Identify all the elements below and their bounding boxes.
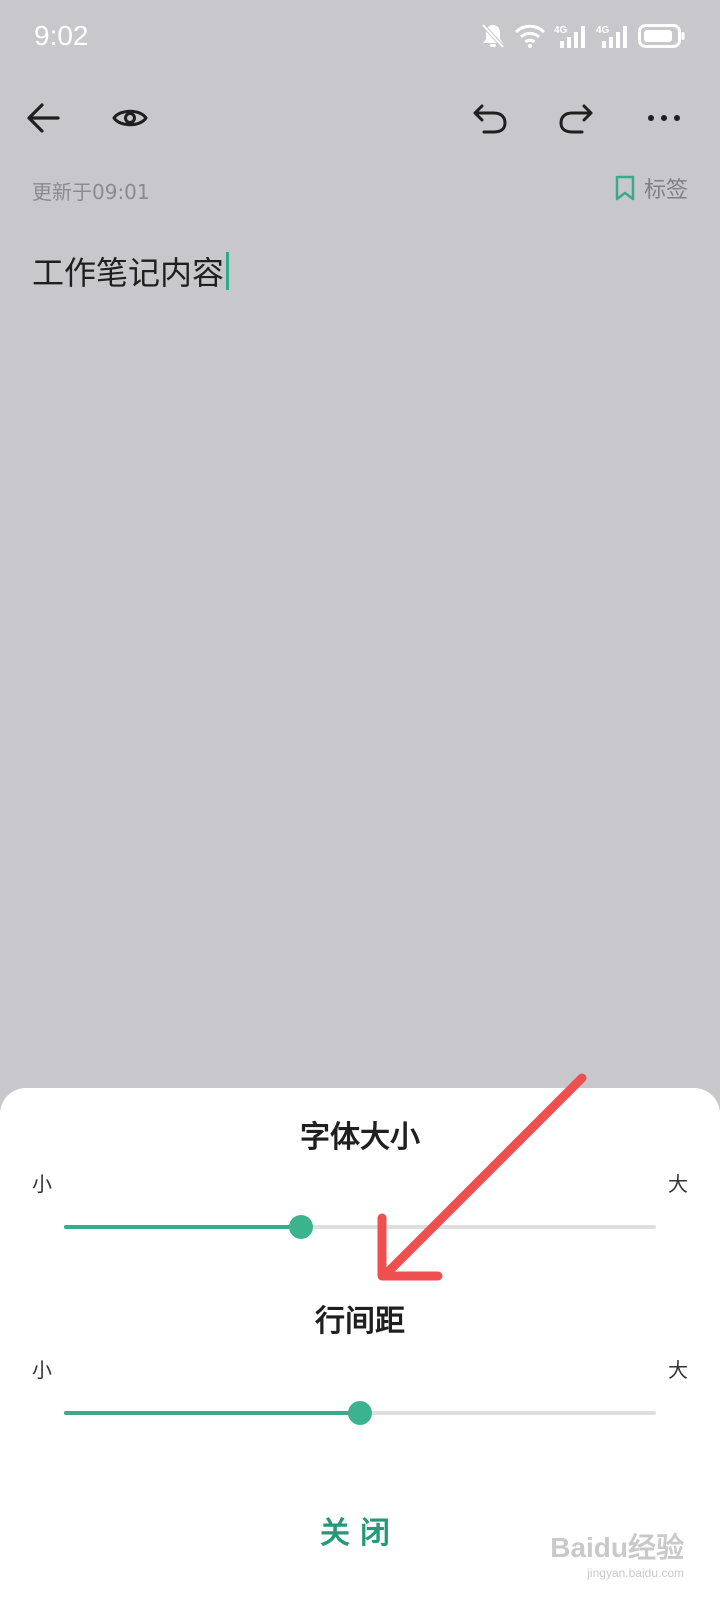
slider-fill bbox=[64, 1411, 360, 1415]
slider-thumb[interactable] bbox=[348, 1401, 372, 1425]
annotation-arrow-icon bbox=[377, 1073, 587, 1281]
tag-button[interactable]: 标签 bbox=[614, 172, 688, 204]
status-time: 9:02 bbox=[34, 20, 89, 51]
line-spacing-large-label: 大 bbox=[668, 1358, 688, 1382]
4g-signal-icon: 4G bbox=[554, 25, 585, 48]
note-content: 工作笔记内容 bbox=[32, 254, 225, 292]
bookmark-icon bbox=[615, 175, 635, 201]
watermark: Baidu经验 jingyan.baidu.com bbox=[550, 1526, 684, 1580]
watermark-main: Baidu经验 bbox=[550, 1532, 684, 1563]
redo-button[interactable] bbox=[548, 90, 604, 146]
more-icon bbox=[648, 115, 680, 121]
line-spacing-slider[interactable] bbox=[64, 1398, 656, 1428]
back-button[interactable] bbox=[16, 90, 72, 146]
bell-off-icon bbox=[481, 23, 505, 49]
tag-label: 标签 bbox=[643, 178, 688, 203]
watermark-sub: jingyan.baidu.com bbox=[587, 1566, 684, 1580]
network-label: 4G bbox=[596, 25, 610, 36]
font-size-small-label: 小 bbox=[32, 1172, 52, 1196]
editor-toolbar bbox=[0, 84, 720, 154]
note-editor[interactable]: 工作笔记内容 bbox=[32, 248, 230, 294]
battery-icon bbox=[638, 24, 685, 48]
line-spacing-small-label: 小 bbox=[32, 1358, 52, 1382]
4g-signal-icon: 4G bbox=[596, 25, 627, 48]
font-size-large-label: 大 bbox=[668, 1172, 688, 1196]
redo-icon bbox=[559, 104, 593, 134]
text-cursor bbox=[226, 252, 230, 290]
slider-fill bbox=[64, 1225, 301, 1229]
undo-button[interactable] bbox=[462, 90, 518, 146]
slider-thumb[interactable] bbox=[288, 1215, 313, 1239]
updated-time: 更新于09:01 bbox=[32, 180, 150, 204]
network-label: 4G bbox=[554, 25, 568, 36]
wifi-icon bbox=[514, 24, 546, 48]
more-button[interactable] bbox=[636, 90, 692, 146]
preview-button[interactable] bbox=[102, 90, 158, 146]
back-arrow-icon bbox=[27, 103, 60, 133]
status-bar: 9:02 4G 4G bbox=[0, 0, 720, 76]
status-icons: 4G 4G bbox=[480, 22, 686, 50]
undo-icon bbox=[473, 104, 507, 134]
line-spacing-title: 行间距 bbox=[315, 1304, 405, 1339]
eye-icon bbox=[112, 109, 148, 127]
